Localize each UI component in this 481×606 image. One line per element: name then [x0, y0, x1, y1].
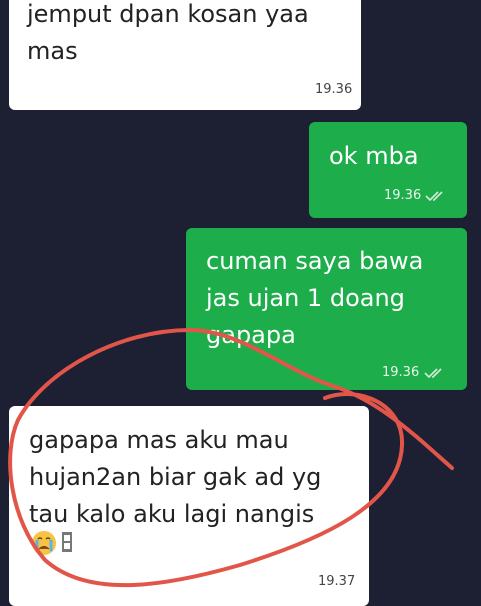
- chat-thread: jemput dpan kosan yaa mas 19.36 ok mba 1…: [0, 0, 481, 606]
- double-check-icon: [425, 191, 443, 202]
- pin-icon: [62, 532, 72, 552]
- message-text: gapapa mas aku mau hujan2an biar gak ad …: [29, 426, 322, 528]
- message-text: ok mba: [329, 142, 419, 170]
- crying-face-emoji: [32, 531, 56, 555]
- incoming-message-bubble[interactable]: gapapa mas aku mau hujan2an biar gak ad …: [9, 406, 369, 606]
- message-text: cuman saya bawa jas ujan 1 doang gapapa: [206, 247, 424, 349]
- message-time: 19.36: [315, 82, 353, 97]
- double-check-icon: [424, 368, 442, 379]
- incoming-message-bubble[interactable]: jemput dpan kosan yaa mas 19.36: [9, 0, 361, 110]
- outgoing-message-bubble[interactable]: ok mba 19.36: [309, 122, 467, 218]
- message-text: jemput dpan kosan yaa mas: [27, 0, 309, 65]
- outgoing-message-bubble[interactable]: cuman saya bawa jas ujan 1 doang gapapa …: [186, 228, 467, 390]
- message-time: 19.36: [384, 188, 422, 203]
- message-time: 19.37: [318, 574, 356, 589]
- message-time: 19.36: [382, 365, 420, 380]
